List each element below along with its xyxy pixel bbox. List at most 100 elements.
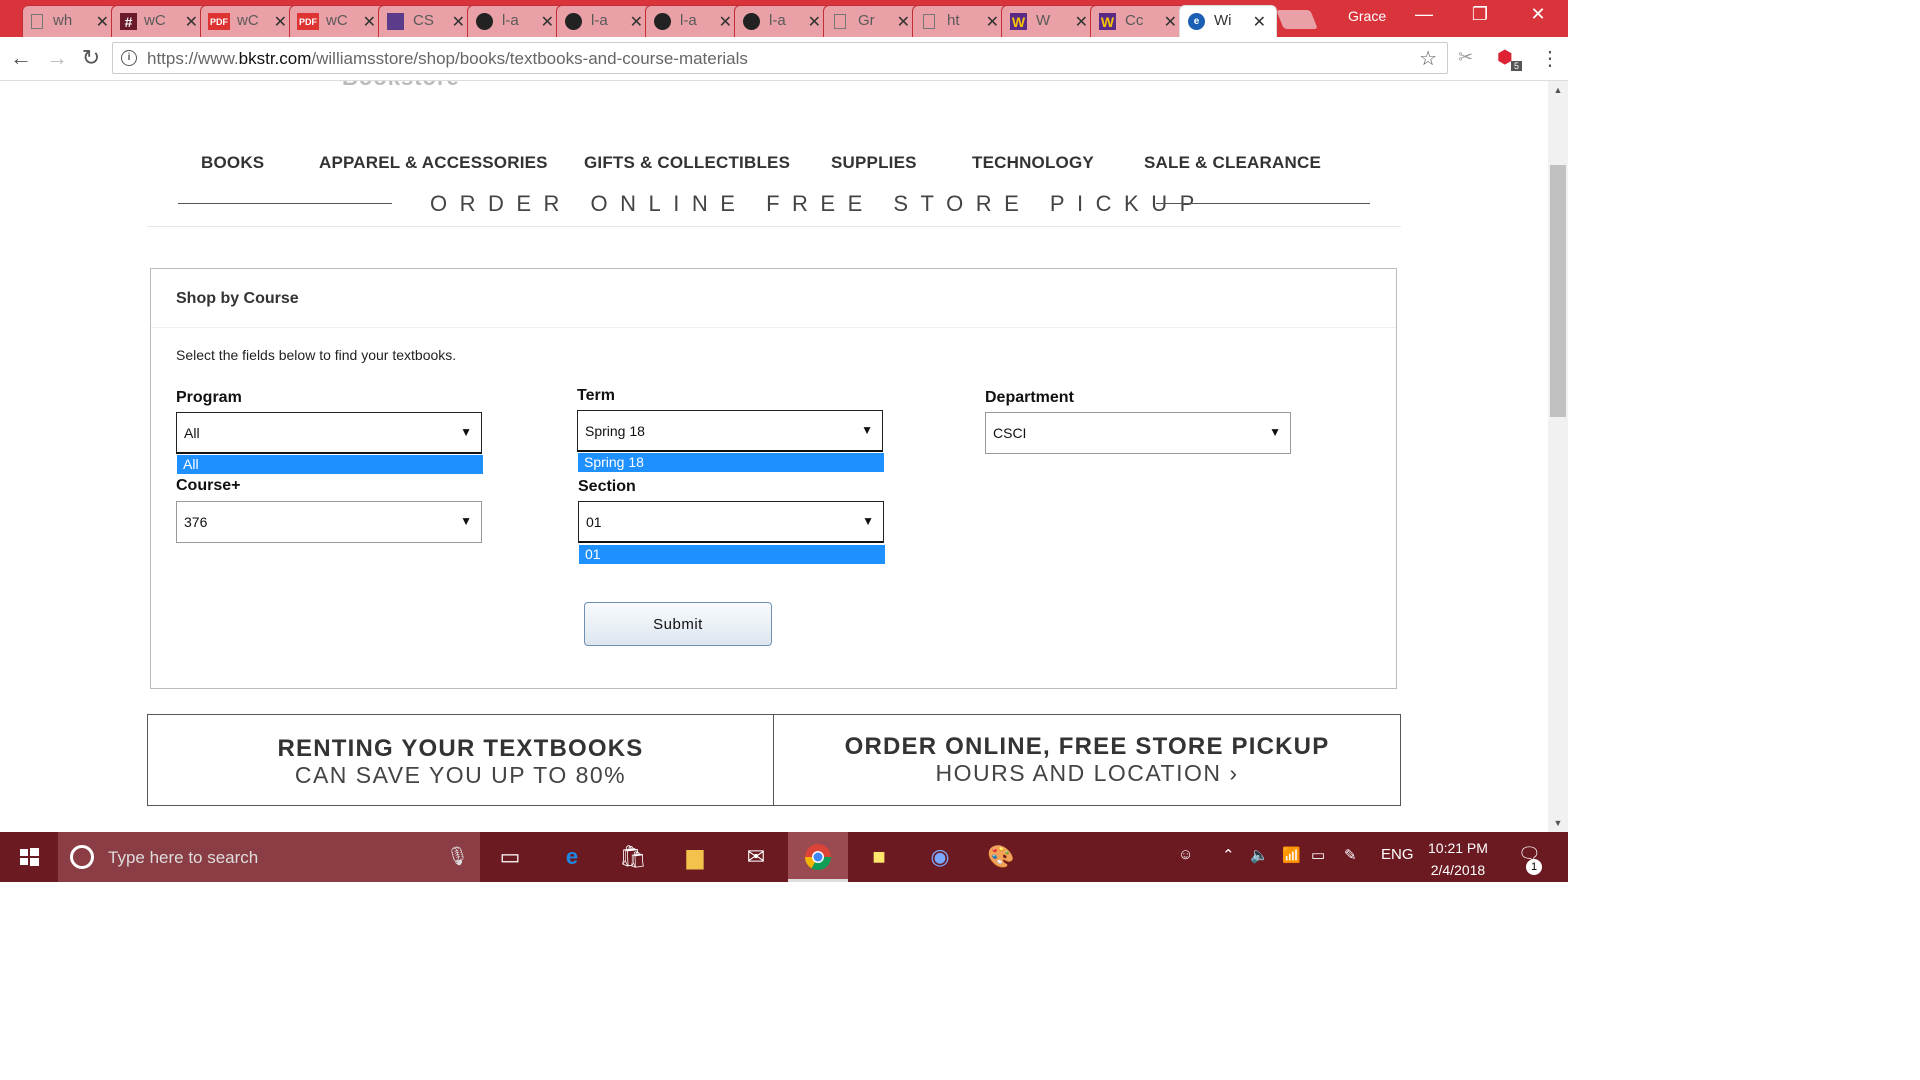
page-scrollbar[interactable]: ▲ ▼ <box>1548 81 1568 832</box>
browser-tab[interactable]: l-a ✕ <box>645 5 743 37</box>
course-label: Course+ <box>176 477 241 494</box>
nav-technology[interactable]: TECHNOLOGY <box>972 153 1094 173</box>
mail-icon[interactable]: ✉ <box>741 842 771 872</box>
bookmark-star-icon[interactable]: ☆ <box>1419 46 1437 71</box>
course-select[interactable]: 376 ▼ <box>176 501 482 543</box>
sticky-notes-icon[interactable]: ■ <box>864 842 894 872</box>
close-icon[interactable]: ✕ <box>630 12 643 32</box>
panel-title: Shop by Course <box>176 290 299 307</box>
discord-icon[interactable]: ◉ <box>925 842 955 872</box>
nav-books[interactable]: BOOKS <box>201 153 264 173</box>
section-option[interactable]: 01 <box>579 545 885 564</box>
url-text[interactable]: https://www.bkstr.com/williamsstore/shop… <box>147 49 748 69</box>
edge-browser-icon[interactable]: e <box>557 842 587 872</box>
store-logo[interactable]: Bookstore <box>342 81 460 91</box>
term-value: Spring 18 <box>585 423 645 439</box>
program-option[interactable]: All <box>177 455 483 474</box>
system-clock[interactable]: 10:21 PM 2/4/2018 <box>1428 837 1488 881</box>
store-icon[interactable]: 🛍 <box>618 842 648 872</box>
browser-tab[interactable]: PDF wC ✕ <box>289 5 387 37</box>
info-icon[interactable]: i <box>121 50 137 66</box>
browser-tab[interactable]: PDF wC ✕ <box>200 5 298 37</box>
section-value: 01 <box>586 514 602 530</box>
clock-time: 10:21 PM <box>1428 840 1488 856</box>
scroll-down-arrow-icon[interactable]: ▼ <box>1548 814 1568 832</box>
app-icon <box>387 13 404 30</box>
department-select[interactable]: CSCI ▼ <box>985 412 1291 454</box>
back-arrow-icon[interactable]: ← <box>8 45 34 71</box>
browser-tab[interactable]: Gr ✕ <box>823 5 921 37</box>
microphone-icon[interactable]: 🎙 <box>446 846 469 867</box>
battery-icon[interactable]: ▭ <box>1311 846 1325 864</box>
start-button[interactable] <box>0 832 58 882</box>
close-icon[interactable]: ✕ <box>452 12 465 32</box>
profile-name[interactable]: Grace <box>1348 8 1386 24</box>
address-bar[interactable]: i https://www.bkstr.com/williamsstore/sh… <box>112 42 1448 74</box>
nav-apparel[interactable]: APPAREL & ACCESSORIES <box>319 153 548 173</box>
menu-dots-icon[interactable]: ⋮ <box>1540 46 1560 71</box>
term-select[interactable]: Spring 18 ▼ <box>577 410 883 452</box>
wifi-icon[interactable]: 📶 <box>1282 846 1301 864</box>
volume-icon[interactable]: 🔈 <box>1250 846 1269 864</box>
browser-tab-active[interactable]: e Wi ✕ <box>1179 5 1277 37</box>
browser-tab[interactable]: l-a ✕ <box>467 5 565 37</box>
nav-gifts[interactable]: GIFTS & COLLECTIBLES <box>584 153 790 173</box>
close-icon[interactable]: ✕ <box>1075 12 1088 32</box>
chrome-icon[interactable] <box>803 842 833 872</box>
tab-title: l-a <box>769 12 786 29</box>
taskbar-search[interactable]: Type here to search 🎙 <box>58 832 480 882</box>
close-icon[interactable]: ✕ <box>96 12 109 32</box>
chevron-up-icon[interactable]: ⌃ <box>1222 846 1235 864</box>
close-icon[interactable]: ✕ <box>1164 12 1177 32</box>
program-label: Program <box>176 389 242 406</box>
new-tab-button[interactable] <box>1276 10 1318 29</box>
scrollbar-thumb[interactable] <box>1550 165 1566 417</box>
close-window-icon[interactable]: ✕ <box>1518 4 1558 25</box>
browser-tab[interactable]: W W ✕ <box>1001 5 1099 37</box>
promo-renting[interactable]: RENTING YOUR TEXTBOOKS CAN SAVE YOU UP T… <box>147 714 774 806</box>
close-icon[interactable]: ✕ <box>897 12 910 32</box>
reload-icon[interactable]: ↻ <box>78 45 104 71</box>
nav-supplies[interactable]: SUPPLIES <box>831 153 917 173</box>
close-icon[interactable]: ✕ <box>1253 12 1266 32</box>
browser-tab[interactable]: l-a ✕ <box>734 5 832 37</box>
close-icon[interactable]: ✕ <box>274 12 287 32</box>
close-icon[interactable]: ✕ <box>185 12 198 32</box>
task-view-icon[interactable]: ▭ <box>495 842 525 872</box>
close-icon[interactable]: ✕ <box>363 12 376 32</box>
minimize-icon[interactable]: — <box>1404 4 1444 25</box>
forward-arrow-icon[interactable]: → <box>44 45 70 71</box>
program-select[interactable]: All ▼ <box>176 412 482 454</box>
submit-button[interactable]: Submit <box>584 602 772 646</box>
nav-sale[interactable]: SALE & CLEARANCE <box>1144 153 1321 173</box>
windows-logo-icon <box>20 848 39 866</box>
williams-w-icon: W <box>1099 13 1116 30</box>
file-explorer-icon[interactable]: ▆ <box>680 842 710 872</box>
browser-tab[interactable]: CS ✕ <box>378 5 476 37</box>
people-icon[interactable]: ☺ <box>1178 846 1193 863</box>
close-icon[interactable]: ✕ <box>541 12 554 32</box>
browser-tab[interactable]: l-a ✕ <box>556 5 654 37</box>
department-value: CSCI <box>993 425 1027 441</box>
close-icon[interactable]: ✕ <box>808 12 821 32</box>
language-indicator[interactable]: ENG <box>1381 846 1414 863</box>
extension-scissors-icon[interactable]: ✂ <box>1458 47 1473 68</box>
restore-icon[interactable]: ❐ <box>1460 4 1500 25</box>
browser-tab[interactable]: ht ✕ <box>912 5 1010 37</box>
term-option[interactable]: Spring 18 <box>578 453 884 472</box>
help-text: Select the fields below to find your tex… <box>176 347 457 363</box>
paint-icon[interactable]: 🎨 <box>986 842 1016 872</box>
scroll-up-arrow-icon[interactable]: ▲ <box>1548 81 1568 99</box>
close-icon[interactable]: ✕ <box>986 12 999 32</box>
course-value: 376 <box>184 514 208 530</box>
browser-tab[interactable]: W Cc ✕ <box>1090 5 1188 37</box>
tab-title: CS <box>413 12 434 29</box>
browser-tab[interactable]: # wC ✕ <box>111 5 209 37</box>
close-icon[interactable]: ✕ <box>719 12 732 32</box>
url-domain: bkstr.com <box>238 49 312 68</box>
promo-pickup[interactable]: ORDER ONLINE, FREE STORE PICKUP HOURS AN… <box>773 714 1401 806</box>
promo-headline: ORDER ONLINE, FREE STORE PICKUP <box>844 733 1330 760</box>
section-select[interactable]: 01 ▼ <box>578 501 884 543</box>
pen-icon[interactable]: ✎ <box>1344 846 1357 864</box>
browser-tab[interactable]: wh ✕ <box>22 5 120 37</box>
